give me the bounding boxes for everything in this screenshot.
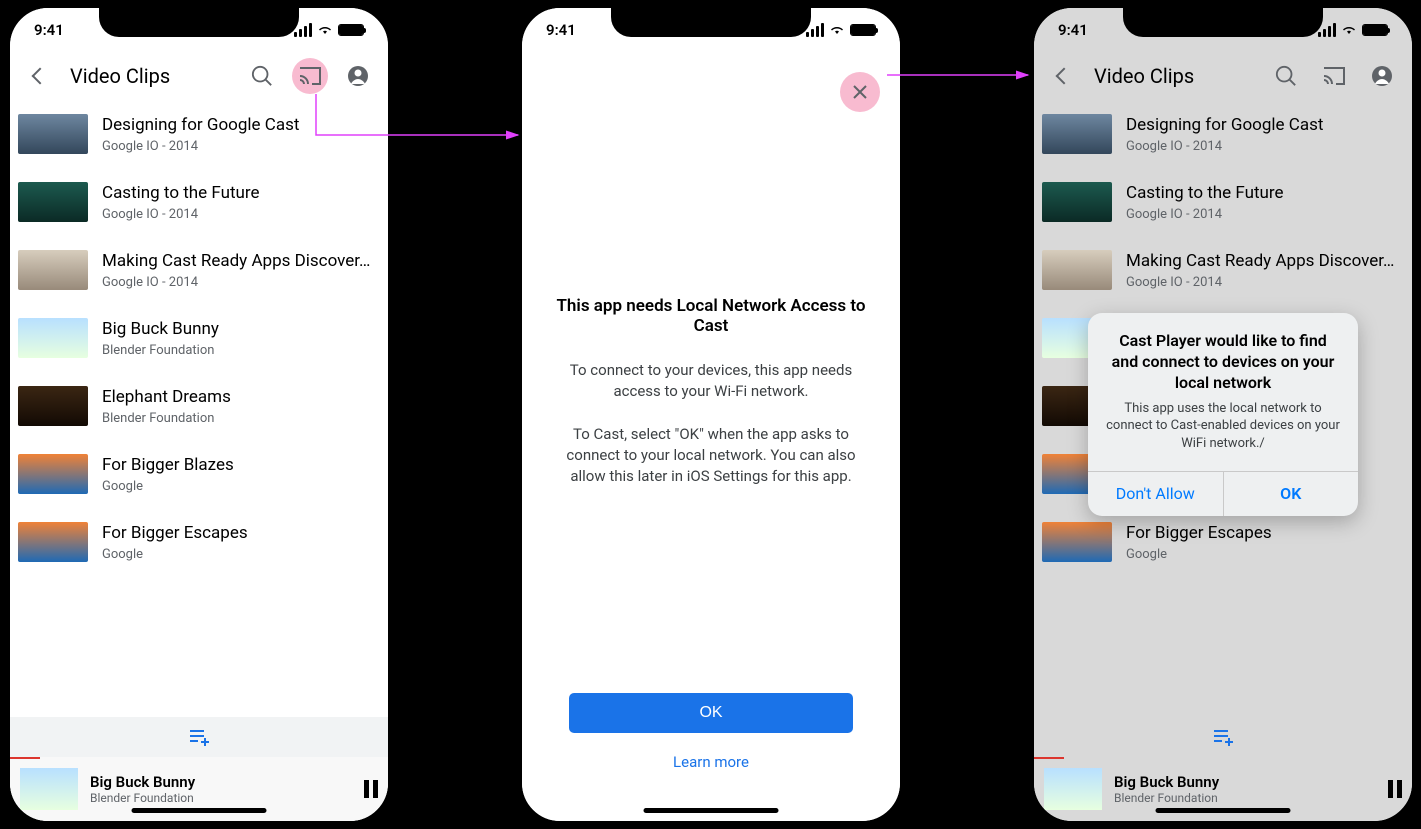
video-thumb [18,318,88,358]
alert-text: Cast Player would like to find and conne… [1088,313,1358,470]
video-title: Designing for Google Cast [102,115,380,135]
permission-alert: Cast Player would like to find and conne… [1088,313,1358,515]
list-item-text: For Bigger Escapes Google [102,523,380,562]
list-item-text: Big Buck Bunny Blender Foundation [102,319,380,358]
video-thumb [18,386,88,426]
list-item[interactable]: For Bigger Escapes Google [10,508,388,576]
now-playing-text: Big Buck Bunny Blender Foundation [90,773,352,805]
app-header: Video Clips [10,52,388,100]
video-subtitle: Blender Foundation [102,411,380,426]
video-thumb [18,250,88,290]
list-item[interactable]: Designing for Google Cast Google IO - 201… [10,100,388,168]
video-title: Making Cast Ready Apps Discover… [102,251,380,271]
wifi-icon [829,24,845,36]
learn-more-link[interactable]: Learn more [542,753,880,771]
battery-icon [850,24,876,36]
ok-button[interactable]: OK [1224,472,1359,516]
screen: 9:41 This app needs Local Network Access… [522,8,900,821]
account-icon [346,64,370,88]
list-item-text: Designing for Google Cast Google IO - 201… [102,115,380,154]
alert-overlay: Cast Player would like to find and conne… [1034,8,1412,821]
list-item-text: Elephant Dreams Blender Foundation [102,387,380,426]
back-button[interactable] [22,58,58,94]
video-title: For Bigger Blazes [102,455,380,475]
close-icon [852,84,868,100]
list-item-text: Casting to the Future Google IO - 2014 [102,183,380,222]
interstitial-para-2: To Cast, select "OK" when the app asks t… [548,424,874,487]
close-button[interactable] [840,72,880,112]
queue-bar[interactable] [10,717,388,757]
video-subtitle: Google IO - 2014 [102,275,380,290]
video-thumb [18,454,88,494]
status-time: 9:41 [546,21,576,39]
now-playing-title: Big Buck Bunny [90,773,352,791]
phone-permission-alert: 9:41 Video Clips Designing for Google Ca… [1028,2,1418,827]
video-title: Elephant Dreams [102,387,380,407]
cast-icon [298,66,322,86]
list-item-text: For Bigger Blazes Google [102,455,380,494]
playlist-add-icon [187,727,211,747]
screen: 9:41 Video Clips Designing for Google Ca… [1034,8,1412,821]
status-time: 9:41 [34,21,64,39]
video-title: For Bigger Escapes [102,523,380,543]
now-playing-thumb [20,768,78,810]
interstitial-heading: This app needs Local Network Access to C… [548,296,874,336]
video-subtitle: Google [102,479,380,494]
phone-notch [99,7,299,37]
interstitial-para-1: To connect to your devices, this app nee… [548,360,874,402]
interstitial-footer: OK Learn more [542,693,880,801]
video-title: Casting to the Future [102,183,380,203]
phone-interstitial: 9:41 This app needs Local Network Access… [516,2,906,827]
search-icon [251,65,273,87]
list-item-text: Making Cast Ready Apps Discover… Google I… [102,251,380,290]
status-icons [294,23,364,37]
video-thumb [18,182,88,222]
progress-bar [10,757,40,759]
phone-notch [611,7,811,37]
list-item[interactable]: For Bigger Blazes Google [10,440,388,508]
home-indicator[interactable] [132,808,267,813]
status-icons [806,23,876,37]
video-thumb [18,114,88,154]
search-button[interactable] [244,58,280,94]
interstitial-body: This app needs Local Network Access to C… [542,112,880,693]
interstitial-panel: This app needs Local Network Access to C… [522,52,900,821]
cast-button[interactable] [292,58,328,94]
video-thumb [18,522,88,562]
wifi-icon [317,24,333,36]
video-title: Big Buck Bunny [102,319,380,339]
video-subtitle: Google IO - 2014 [102,139,380,154]
page-title: Video Clips [70,64,232,88]
account-button[interactable] [340,58,376,94]
close-row [542,72,880,112]
phone-video-list: 9:41 Video Clips Designing for Google Ca… [4,2,394,827]
dont-allow-button[interactable]: Don't Allow [1088,472,1224,516]
video-list[interactable]: Designing for Google Cast Google IO - 201… [10,100,388,717]
alert-buttons: Don't Allow OK [1088,471,1358,516]
screen: 9:41 Video Clips Designing for Google Ca… [10,8,388,821]
list-item[interactable]: Elephant Dreams Blender Foundation [10,372,388,440]
video-subtitle: Blender Foundation [102,343,380,358]
alert-message: This app uses the local network to conne… [1104,400,1342,453]
home-indicator[interactable] [644,808,779,813]
chevron-left-icon [32,68,49,85]
list-item[interactable]: Making Cast Ready Apps Discover… Google I… [10,236,388,304]
pause-button[interactable] [364,780,378,798]
battery-icon [338,24,364,36]
ok-button[interactable]: OK [569,693,853,733]
video-subtitle: Google [102,547,380,562]
list-item[interactable]: Casting to the Future Google IO - 2014 [10,168,388,236]
list-item[interactable]: Big Buck Bunny Blender Foundation [10,304,388,372]
video-subtitle: Google IO - 2014 [102,207,380,222]
now-playing-subtitle: Blender Foundation [90,791,352,805]
alert-title: Cast Player would like to find and conne… [1104,331,1342,393]
